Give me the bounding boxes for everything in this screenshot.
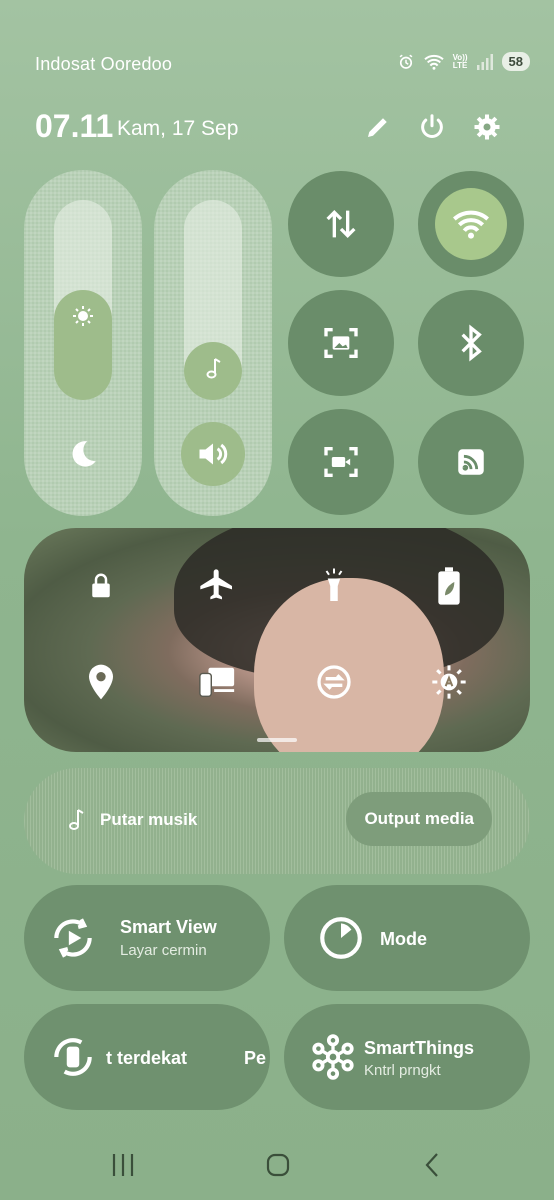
smartthings-subtitle: Kntrl prngkt [364, 1062, 441, 1079]
sun-icon [73, 306, 93, 326]
auto-brightness-button[interactable] [429, 662, 469, 702]
smartthings-icon [312, 1034, 354, 1080]
device-link-icon [199, 667, 235, 697]
mode-title: Mode [380, 929, 427, 949]
network-bottom-label: LTE [452, 60, 468, 70]
volume-button[interactable] [181, 422, 245, 486]
wifi-icon [453, 210, 489, 239]
nearby-share-overflow: Pe [244, 1048, 267, 1068]
screen-record-icon [324, 447, 358, 477]
edit-icon[interactable] [363, 112, 393, 142]
nearby-share-icon [54, 1038, 92, 1076]
battery-saver-button[interactable] [429, 566, 469, 606]
location-button[interactable] [81, 662, 121, 702]
cast-icon [458, 449, 484, 475]
sync-icon [317, 665, 351, 699]
home-icon[interactable] [263, 1150, 293, 1180]
volume-slider-tile[interactable] [154, 170, 272, 516]
back-icon[interactable] [418, 1150, 448, 1180]
smartthings-tile[interactable]: SmartThings Kntrl prngkt [284, 1004, 530, 1110]
moon-icon [72, 441, 96, 467]
carrier-name: Indosat Ooredoo [35, 54, 173, 74]
network-type: Vo)) LTE [452, 53, 468, 70]
location-icon [89, 664, 113, 700]
lock-button[interactable] [81, 566, 121, 606]
quick-grid-panel [24, 528, 530, 752]
night-mode-button[interactable] [51, 422, 115, 486]
airplane-icon [200, 569, 232, 600]
play-music-label[interactable]: Putar musik [100, 810, 197, 830]
mode-tile[interactable]: Mode [284, 885, 530, 991]
mode-icon [320, 917, 362, 959]
brightness-auto-icon [432, 665, 466, 699]
lock-icon [92, 573, 110, 598]
sync-button[interactable] [314, 662, 354, 702]
nearby-share-title: t terdekat [106, 1048, 188, 1068]
smart-view-icon [54, 918, 92, 958]
panel-handle[interactable] [257, 738, 297, 742]
media-bar[interactable]: Putar musik Output media [24, 768, 530, 874]
toggle-screen-recorder[interactable] [288, 409, 394, 515]
smart-view-subtitle: Layar cermin [120, 942, 207, 959]
music-note-icon [206, 358, 221, 379]
battery-badge: 58 [501, 52, 530, 71]
output-media-button[interactable]: Output media [346, 792, 492, 846]
brightness-track[interactable] [54, 200, 112, 400]
flashlight-button[interactable] [314, 566, 354, 606]
toggle-wifi[interactable] [418, 171, 524, 277]
settings-icon[interactable] [472, 112, 502, 142]
toggle-bluetooth[interactable] [418, 290, 524, 396]
recents-icon[interactable] [108, 1150, 138, 1180]
toggle-cast[interactable] [418, 409, 524, 515]
volume-track[interactable] [184, 200, 242, 400]
screenshot-icon [324, 328, 358, 358]
toggle-screenshot[interactable] [288, 290, 394, 396]
signal-icon [476, 53, 493, 70]
battery-saver-icon [438, 567, 460, 605]
power-icon[interactable] [417, 112, 447, 142]
nearby-share-tile[interactable]: t terdekat Pe [24, 1004, 270, 1110]
smart-view-tile[interactable]: Smart View Layar cermin [24, 885, 270, 991]
date-label: Kam, 17 Sep [117, 117, 239, 140]
music-note-icon [69, 809, 84, 830]
clock-time: 07.11 [35, 108, 114, 144]
wifi-active-indicator [435, 188, 507, 260]
device-link-button[interactable] [197, 662, 237, 702]
flashlight-icon [325, 568, 343, 601]
bluetooth-icon [461, 324, 482, 362]
airplane-mode-button[interactable] [197, 566, 237, 606]
wifi-icon [423, 54, 444, 70]
brightness-slider-tile[interactable] [24, 170, 142, 516]
data-arrows-icon [326, 209, 356, 239]
volume-icon [199, 443, 228, 465]
toggle-mobile-data[interactable] [288, 171, 394, 277]
status-icons: Vo)) LTE 58 [397, 52, 530, 71]
smart-view-title: Smart View [120, 917, 217, 937]
alarm-icon [399, 54, 412, 69]
smartthings-title: SmartThings [364, 1038, 475, 1058]
